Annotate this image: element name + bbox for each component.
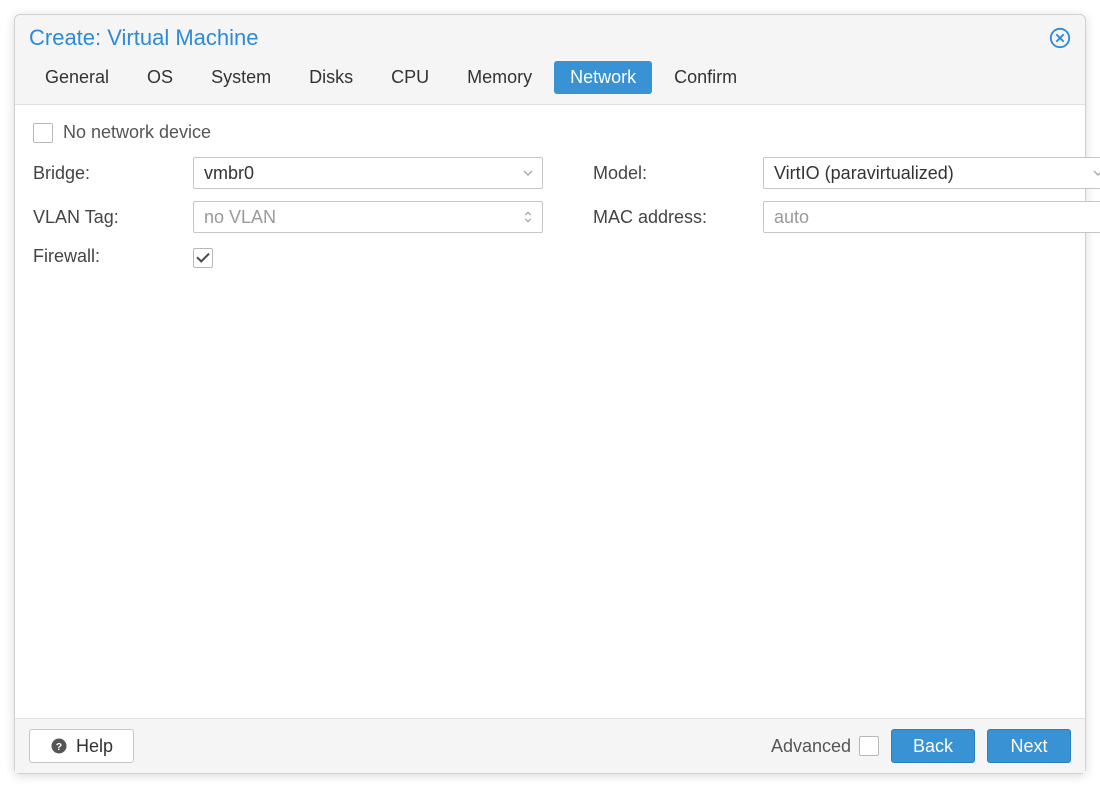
mac-label: MAC address: [593, 207, 763, 228]
firewall-label: Firewall: [33, 246, 193, 267]
help-button[interactable]: ? Help [29, 729, 134, 763]
spinner-icon [520, 209, 536, 225]
firewall-cell [193, 245, 543, 268]
tab-confirm[interactable]: Confirm [658, 61, 753, 94]
model-value: VirtIO (paravirtualized) [774, 163, 954, 184]
tab-disks[interactable]: Disks [293, 61, 369, 94]
tab-os[interactable]: OS [131, 61, 189, 94]
tab-general[interactable]: General [29, 61, 125, 94]
footer: ? Help Advanced Back Next [15, 718, 1085, 773]
advanced-label: Advanced [771, 736, 851, 757]
content-panel: No network device Bridge: vmbr0 Model: V… [15, 105, 1085, 718]
model-select[interactable]: VirtIO (paravirtualized) [763, 157, 1100, 189]
help-icon: ? [50, 737, 68, 755]
create-vm-dialog: Create: Virtual Machine General OS Syste… [14, 14, 1086, 774]
vlan-input[interactable]: no VLAN [193, 201, 543, 233]
titlebar: Create: Virtual Machine [15, 15, 1085, 53]
svg-text:?: ? [56, 741, 62, 753]
tabbar: General OS System Disks CPU Memory Netwo… [15, 53, 1085, 105]
next-button[interactable]: Next [987, 729, 1071, 763]
firewall-checkbox[interactable] [193, 248, 213, 268]
model-label: Model: [593, 163, 763, 184]
no-network-checkbox[interactable] [33, 123, 53, 143]
advanced-checkbox[interactable] [859, 736, 879, 756]
dialog-title: Create: Virtual Machine [29, 25, 259, 51]
vlan-label: VLAN Tag: [33, 207, 193, 228]
form-grid: Bridge: vmbr0 Model: VirtIO (paravirtual… [33, 157, 1067, 268]
tab-cpu[interactable]: CPU [375, 61, 445, 94]
bridge-select[interactable]: vmbr0 [193, 157, 543, 189]
help-label: Help [76, 736, 113, 757]
advanced-toggle: Advanced [771, 736, 879, 757]
back-button[interactable]: Back [891, 729, 975, 763]
tab-network[interactable]: Network [554, 61, 652, 94]
close-icon[interactable] [1049, 27, 1071, 49]
chevron-down-icon [520, 165, 536, 181]
no-network-row: No network device [33, 122, 1067, 143]
tab-system[interactable]: System [195, 61, 287, 94]
mac-input[interactable]: auto [763, 201, 1100, 233]
chevron-down-icon [1090, 165, 1100, 181]
bridge-label: Bridge: [33, 163, 193, 184]
mac-placeholder: auto [774, 207, 809, 228]
bridge-value: vmbr0 [204, 163, 254, 184]
vlan-placeholder: no VLAN [204, 207, 276, 228]
no-network-label: No network device [63, 122, 211, 143]
tab-memory[interactable]: Memory [451, 61, 548, 94]
